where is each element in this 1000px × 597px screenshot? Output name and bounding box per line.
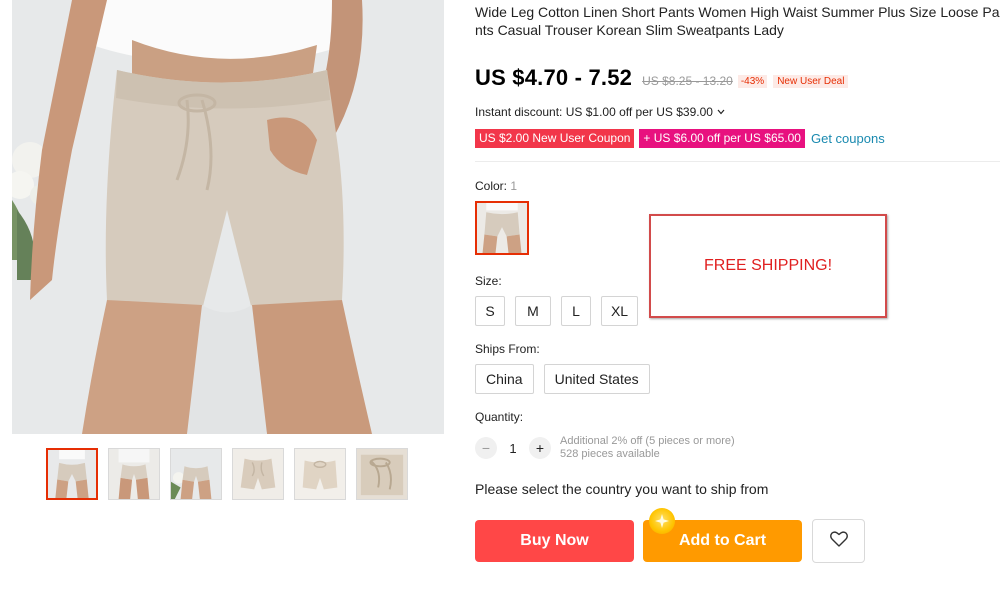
stock-available-note: 528 pieces available: [560, 448, 660, 460]
thumbnail-3[interactable]: [170, 448, 222, 500]
heart-icon: [829, 530, 848, 552]
current-price: US $4.70 - 7.52: [475, 65, 633, 90]
coupon-row: US $2.00 New User Coupon + US $6.00 off …: [475, 128, 1000, 148]
chevron-down-icon[interactable]: [717, 107, 725, 117]
free-shipping-text: FREE SHIPPING!: [703, 257, 833, 274]
add-to-cart-button[interactable]: Add to Cart: [643, 508, 802, 562]
product-title: Wide Leg Cotton Linen Short Pants Women …: [475, 4, 1000, 38]
thumbnail-6[interactable]: [356, 448, 408, 500]
quantity-value[interactable]: 1: [497, 441, 529, 456]
instant-discount[interactable]: Instant discount: US $1.00 off per US $3…: [475, 105, 1000, 119]
discount-badge: -43%: [737, 75, 768, 88]
ships-from-china[interactable]: China: [475, 364, 534, 394]
ships-from-options: China United States: [475, 364, 1000, 394]
original-price: US $8.25 - 13.20: [642, 74, 733, 88]
add-to-cart-label: Add to Cart: [678, 532, 767, 549]
color-swatch[interactable]: [475, 201, 529, 255]
ships-from-label: Ships From:: [475, 342, 540, 356]
ships-from-united-states[interactable]: United States: [543, 364, 650, 394]
color-count: 1: [510, 179, 518, 193]
divider: [475, 161, 1000, 162]
thumbnail-1[interactable]: [46, 448, 98, 500]
thumbnail-strip: [46, 448, 408, 500]
price-row: US $4.70 - 7.52 US $8.25 - 13.20 -43% Ne…: [475, 65, 1000, 93]
wishlist-button[interactable]: [812, 519, 865, 563]
thumbnail-4[interactable]: [232, 448, 284, 500]
shipping-country-message: Please select the country you want to sh…: [475, 481, 769, 497]
quantity-note: Additional 2% off (5 pieces or more) 528…: [560, 435, 735, 461]
thumbnail-2[interactable]: [108, 448, 160, 500]
quantity-stepper: − 1 + Additional 2% off (5 pieces or mor…: [475, 435, 1000, 461]
free-shipping-banner: FREE SHIPPING!: [649, 214, 887, 318]
sparkle-badge-icon: [649, 508, 675, 534]
quantity-decrease-button[interactable]: −: [475, 437, 497, 459]
color-label: Color: 1: [475, 179, 518, 193]
thumbnail-5[interactable]: [294, 448, 346, 500]
bulk-discount-note: Additional 2% off (5 pieces or more): [560, 435, 735, 447]
size-option-m[interactable]: M: [515, 296, 551, 326]
new-user-coupon[interactable]: US $2.00 New User Coupon: [475, 128, 635, 148]
action-buttons: Buy Now Add to Cart: [475, 508, 1000, 563]
size-option-xl[interactable]: XL: [601, 296, 638, 326]
store-coupon[interactable]: + US $6.00 off per US $65.00: [639, 128, 805, 148]
get-coupons-link[interactable]: Get coupons: [811, 131, 885, 146]
size-option-l[interactable]: L: [561, 296, 591, 326]
quantity-label: Quantity:: [475, 410, 524, 424]
new-user-deal-badge: New User Deal: [773, 75, 849, 88]
buy-now-button[interactable]: Buy Now: [475, 520, 634, 562]
instant-discount-text: Instant discount: US $1.00 off per US $3…: [475, 105, 713, 119]
main-product-image[interactable]: [12, 0, 444, 434]
quantity-increase-button[interactable]: +: [529, 437, 551, 459]
size-option-s[interactable]: S: [475, 296, 505, 326]
